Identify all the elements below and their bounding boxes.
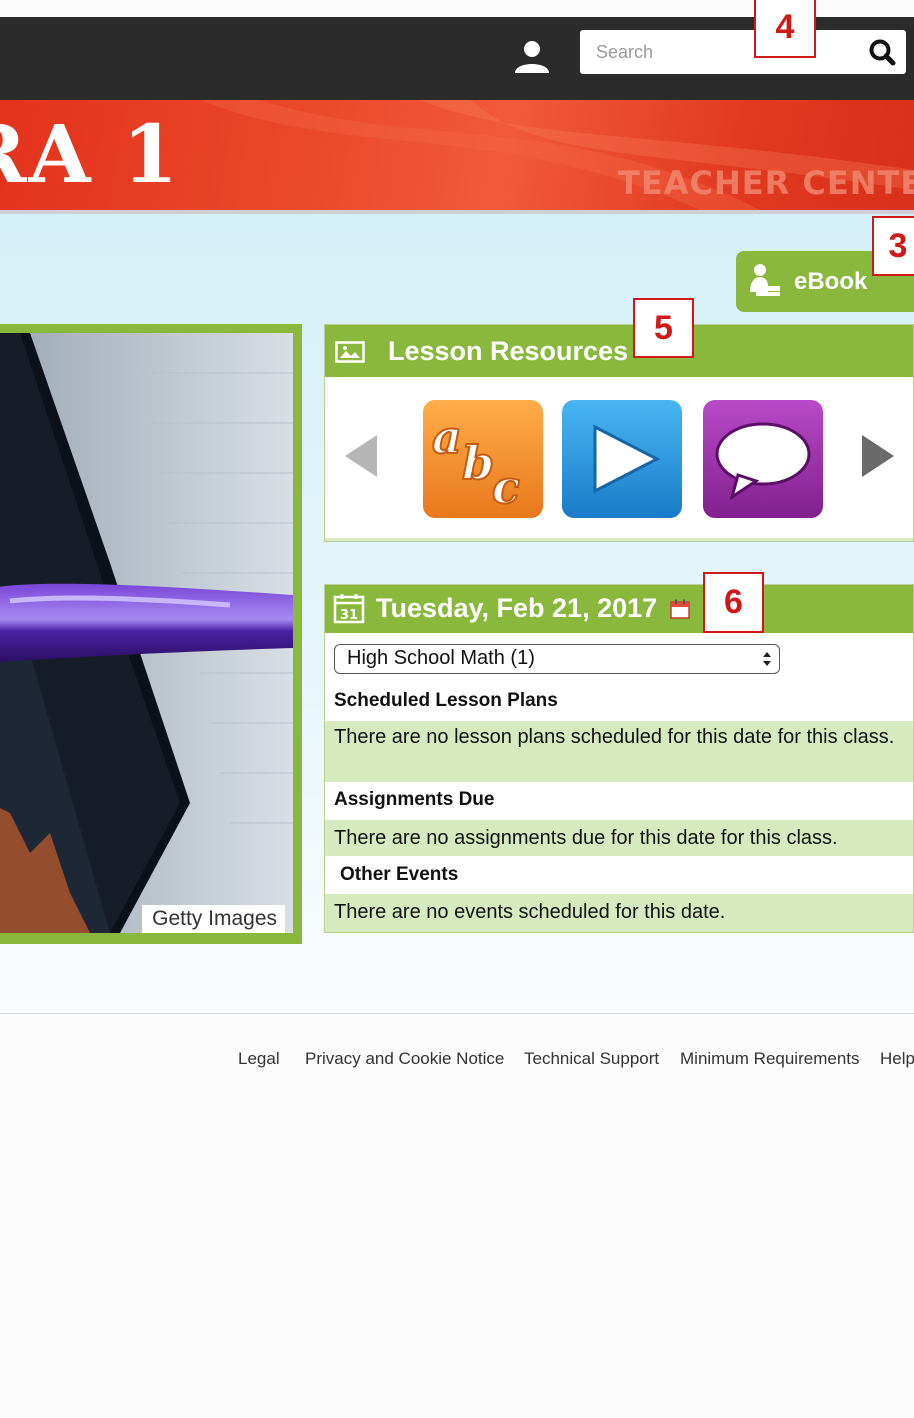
lesson-resources-panel: Lesson Resources a b c	[324, 324, 914, 542]
vocabulary-abc-icon[interactable]: a b c	[422, 399, 544, 519]
lesson-resources-header: Lesson Resources	[325, 325, 913, 377]
select-arrows-icon	[763, 652, 771, 666]
svg-text:31: 31	[340, 608, 358, 623]
hero-image-panel: Getty Images	[0, 324, 302, 944]
class-select-value: High School Math (1)	[347, 647, 535, 669]
ebook-reader-icon	[750, 264, 780, 296]
assignments-due-heading: Assignments Due	[325, 784, 913, 820]
calendar-date: Tuesday, Feb 21, 2017	[376, 593, 658, 623]
callout-5: 5	[633, 298, 694, 358]
discussion-chat-icon[interactable]	[702, 399, 824, 519]
other-events-message: There are no events scheduled for this d…	[325, 894, 913, 932]
other-events-heading: Other Events	[325, 857, 913, 893]
ebook-label: eBook	[794, 267, 868, 295]
date-picker-icon[interactable]	[670, 599, 690, 619]
calendar-header: 31 Tuesday, Feb 21, 2017	[325, 585, 913, 633]
carousel-next-arrow-icon[interactable]	[860, 433, 896, 479]
calendar-icon: 31	[333, 594, 365, 624]
footer-link-help[interactable]: Help	[880, 1049, 914, 1069]
user-account-icon[interactable]	[513, 39, 551, 75]
callout-6: 6	[703, 572, 764, 633]
tablet-pen-photo	[0, 333, 293, 933]
lesson-resources-carousel: a b c	[325, 377, 913, 541]
svg-text:c: c	[492, 460, 520, 514]
callout-4: 4	[754, 0, 816, 58]
video-play-icon[interactable]	[561, 399, 683, 519]
hero-image: Getty Images	[0, 333, 293, 933]
assignments-due-message: There are no assignments due for this da…	[325, 820, 913, 856]
footer-link-privacy[interactable]: Privacy and Cookie Notice	[305, 1049, 504, 1069]
course-title: RA 1	[0, 107, 181, 201]
footer-divider	[0, 1013, 914, 1014]
footer-link-minimum-requirements[interactable]: Minimum Requirements	[680, 1049, 860, 1069]
svg-text:b: b	[462, 436, 494, 490]
picture-icon	[335, 341, 365, 363]
footer-link-technical-support[interactable]: Technical Support	[524, 1049, 659, 1069]
search-box	[580, 30, 906, 74]
lesson-resources-title: Lesson Resources	[388, 336, 629, 366]
callout-3: 3	[872, 216, 914, 276]
calendar-panel: 31 Tuesday, Feb 21, 2017 High School Mat…	[324, 584, 914, 933]
teacher-center-label: TEACHER CENTER	[618, 164, 914, 202]
search-icon[interactable]	[868, 38, 896, 66]
scheduled-lesson-plans-heading: Scheduled Lesson Plans	[325, 685, 913, 721]
footer-link-legal[interactable]: Legal	[238, 1049, 280, 1069]
svg-text:a: a	[432, 410, 462, 464]
class-select[interactable]: High School Math (1)	[334, 644, 780, 674]
image-credit: Getty Images	[142, 905, 285, 933]
course-banner: RA 1 TEACHER CENTER	[0, 100, 914, 214]
scheduled-lesson-plans-message: There are no lesson plans scheduled for …	[325, 721, 913, 782]
search-input[interactable]	[594, 41, 858, 64]
carousel-prev-arrow-icon[interactable]	[343, 433, 379, 479]
